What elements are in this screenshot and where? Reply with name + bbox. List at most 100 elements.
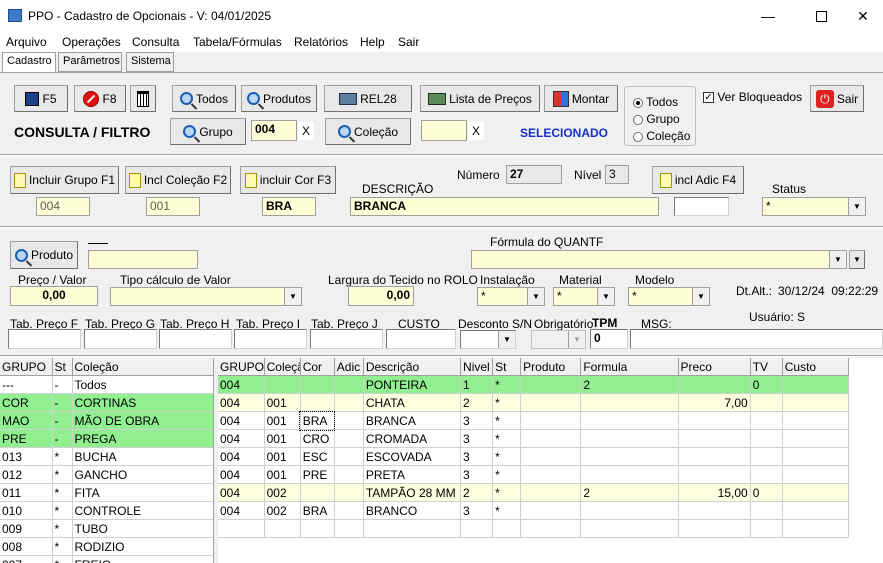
delete-button[interactable] [130,85,156,112]
f8-cancel-button[interactable]: F8 [74,85,126,112]
colecao-filter-button[interactable]: Coleção [325,118,411,145]
produto-button[interactable]: Produto [10,241,78,269]
radio-colecao[interactable]: Coleção [633,129,690,143]
table-row[interactable]: MAO - MÃO DE OBRA [0,411,213,430]
produtos-button[interactable]: Produtos [241,85,317,112]
table-row[interactable]: 004 002 TAMPÃO 28 MM 2 * 2 15,00 0 [218,483,850,502]
column-header[interactable]: Custo [782,358,850,376]
table-row[interactable] [218,519,850,538]
table-row[interactable]: 004 001 CHATA 2 * 7,00 [218,393,850,412]
tab-parametros[interactable]: Parâmetros [58,52,122,72]
modelo-select[interactable]: * ▼ [628,287,710,306]
largura-field[interactable]: 0,00 [348,286,414,306]
table-row[interactable]: COR - CORTINAS [0,393,213,412]
close-window-button[interactable]: ✕ [843,0,883,32]
table-row[interactable]: 007*FREIO [0,555,213,563]
tpm-field[interactable]: 0 [590,329,628,349]
tipo-calculo-select[interactable]: ▼ [110,287,302,306]
menu-help[interactable]: Help [360,35,385,49]
produto-field[interactable] [88,250,198,269]
table-row[interactable]: PRE - PREGA [0,429,213,448]
incl-adic-button[interactable]: incl Adic F4 [652,166,744,194]
status-select[interactable]: * ▼ [762,197,866,216]
f5-save-button[interactable]: F5 [14,85,68,112]
formula-select[interactable]: ▼ [471,250,847,269]
todos-button[interactable]: Todos [172,85,236,112]
column-header[interactable]: Formula [580,358,679,376]
montar-button[interactable]: Montar [544,85,618,112]
floppy-icon [25,91,40,106]
column-header[interactable]: GRUPO [0,358,53,376]
tab-preco-j-field[interactable] [310,329,383,349]
table-row[interactable]: 004 PONTEIRA 1 * 2 0 [218,375,850,394]
formula-dropdown-button[interactable]: ▼ [849,250,865,269]
obrigatorio-select[interactable]: ▼ [531,330,586,349]
table-row[interactable]: 011 * FITA [0,483,213,502]
table-row[interactable]: 004 001 BRA BRANCA 3 * [218,410,850,431]
material-select[interactable]: * ▼ [553,287,615,306]
menu-consulta[interactable]: Consulta [132,35,179,49]
column-header[interactable]: Descrição [363,358,462,376]
column-header[interactable]: St [52,358,73,376]
tab-cadastro[interactable]: Cadastro [2,52,56,73]
grupo-filter-input[interactable]: 004 [251,120,297,141]
cor-field[interactable]: BRA [262,197,316,216]
custo-field[interactable] [386,329,456,349]
column-header[interactable]: Produto [520,358,582,376]
table-row[interactable]: --- - Todos [0,375,213,394]
menu-relatorios[interactable]: Relatórios [294,35,348,49]
table-cell [520,447,582,466]
radio-todos[interactable]: Todos [633,95,678,109]
grupo-field[interactable]: 004 [36,197,90,216]
colecao-filter-input[interactable] [421,120,467,141]
incl-colecao-button[interactable]: Incl Coleção F2 [125,166,231,194]
clear-grupo-button[interactable]: X [298,122,314,140]
radio-grupo[interactable]: Grupo [633,112,680,126]
sair-button[interactable]: ⏻ Sair [810,85,864,112]
table-row[interactable]: 013 * BUCHA [0,447,213,466]
table-row[interactable]: 009 * TUBO [0,519,213,538]
table-row[interactable]: 008 * RODIZIO [0,537,213,556]
column-header[interactable]: Coleção [264,358,301,376]
maximize-button[interactable] [798,0,844,32]
table-row[interactable]: 010 * CONTROLE [0,501,213,520]
rel28-button[interactable]: REL28 [324,85,412,112]
column-header[interactable]: GRUPO [218,358,265,376]
table-row[interactable]: 004 002 BRA BRANCO 3 * [218,501,850,520]
ver-bloqueados-checkbox[interactable]: ✓ Ver Bloqueados [703,90,802,104]
colecao-field[interactable]: 001 [146,197,200,216]
descricao-field[interactable]: BRANCA [350,197,659,216]
grupo-filter-button[interactable]: Grupo [170,118,246,145]
column-header[interactable]: Coleção [72,358,213,376]
tab-preco-h-field[interactable] [159,329,232,349]
table-row[interactable]: 004 001 ESC ESCOVADA 3 * [218,447,850,466]
tab-preco-f-field[interactable] [8,329,81,349]
note-icon [659,172,672,188]
adic-field[interactable] [674,197,729,216]
table-row[interactable]: 012 * GANCHO [0,465,213,484]
clear-colecao-button[interactable]: X [468,122,484,140]
column-header[interactable]: Nivel [460,358,494,376]
msg-field[interactable] [630,329,883,349]
minimize-button[interactable]: — [745,0,791,32]
table-row[interactable]: 004 001 CRO CROMADA 3 * [218,429,850,448]
tab-preco-i-field[interactable] [234,329,307,349]
column-header[interactable]: Preco [678,358,751,376]
lista-precos-button[interactable]: Lista de Preços [420,85,540,112]
instalacao-select[interactable]: * ▼ [477,287,545,306]
incluir-grupo-button[interactable]: Incluir Grupo F1 [10,166,119,194]
column-header[interactable]: Adic [334,358,364,376]
preco-field[interactable]: 0,00 [10,286,98,306]
menu-arquivo[interactable]: Arquivo [6,35,47,49]
column-header[interactable]: Cor [300,358,335,376]
tab-preco-g-field[interactable] [84,329,157,349]
desconto-select[interactable]: ▼ [460,330,516,349]
tab-sistema[interactable]: Sistema [126,52,174,72]
table-row[interactable]: 004 001 PRE PRETA 3 * [218,465,850,484]
menu-operacoes[interactable]: Operações [62,35,121,49]
column-header[interactable]: St [492,358,522,376]
column-header[interactable]: TV [750,358,783,376]
incluir-cor-button[interactable]: incluir Cor F3 [240,166,336,194]
menu-tabela-formulas[interactable]: Tabela/Fórmulas [193,35,282,49]
menu-sair[interactable]: Sair [398,35,419,49]
